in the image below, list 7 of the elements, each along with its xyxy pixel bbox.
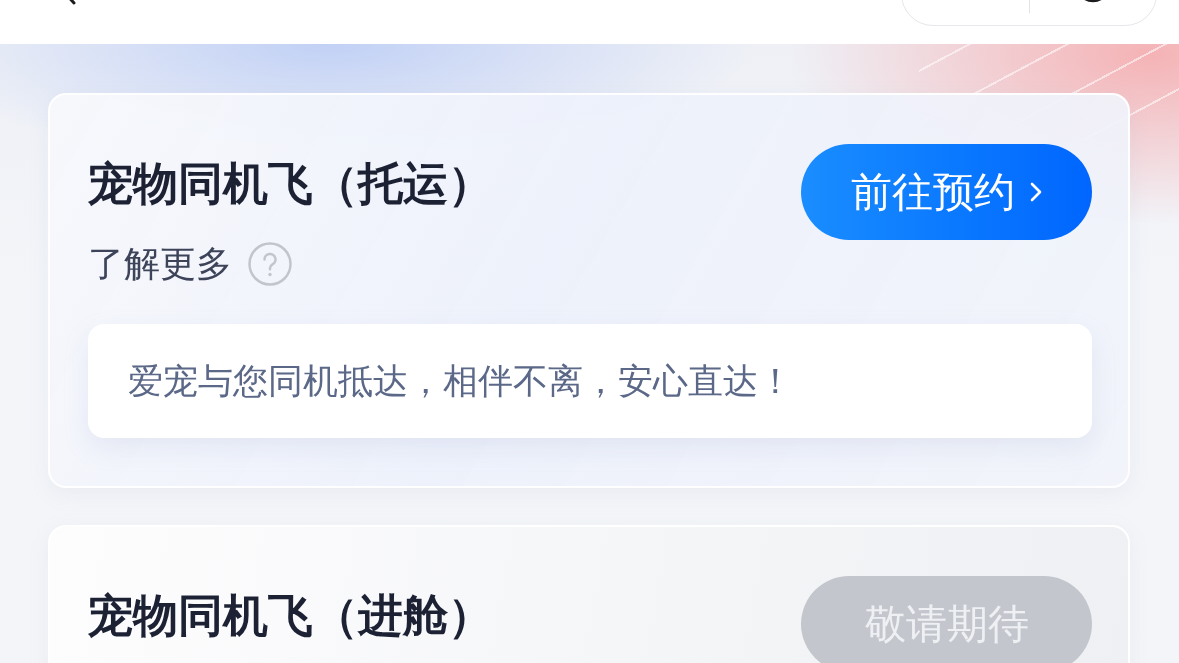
help-icon[interactable] bbox=[248, 242, 292, 286]
service-title: 宠物同机飞（进舱） bbox=[88, 588, 493, 644]
service-title: 宠物同机飞（托运） bbox=[88, 156, 493, 212]
learn-more-link[interactable]: 了解更多 bbox=[88, 240, 232, 288]
description-text: 爱宠与您同机抵达，相伴不离，安心直达！ bbox=[128, 360, 793, 403]
chevron-right-icon bbox=[1028, 180, 1043, 204]
book-button[interactable]: 前往预约 bbox=[801, 144, 1092, 240]
